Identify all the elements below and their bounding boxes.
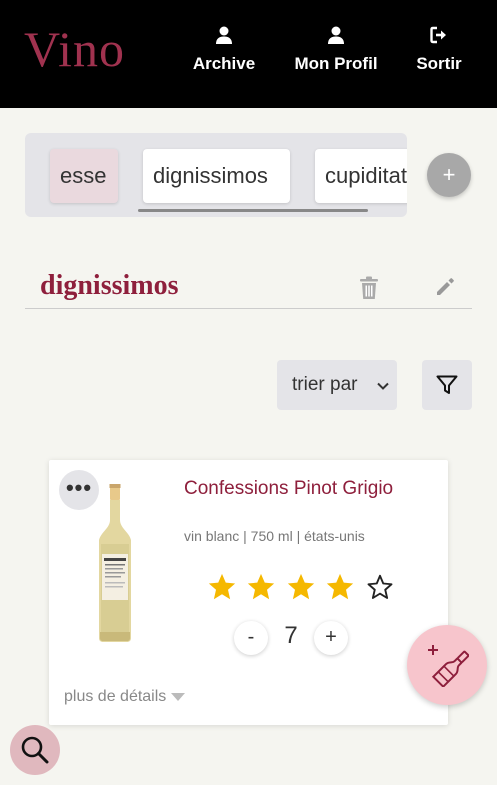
title-divider (25, 308, 472, 309)
nav-profile-label: Mon Profil (294, 54, 378, 73)
wine-name[interactable]: Confessions Pinot Grigio (184, 478, 393, 500)
top-header: Vino Archive Mon Profil Sortir (0, 0, 497, 108)
chevron-down-icon (377, 360, 389, 410)
star-empty-icon[interactable] (365, 572, 395, 602)
nav-logout-label: Sortir (416, 54, 462, 73)
wine-card: ••• Confessions Pinot Grigio vin blanc |… (49, 460, 448, 725)
pencil-icon[interactable] (434, 276, 456, 298)
star-filled-icon[interactable] (207, 572, 237, 602)
wine-meta: vin blanc | 750 ml | états-unis (184, 528, 365, 544)
tabs-scrollbar[interactable] (138, 209, 368, 212)
search-button[interactable] (10, 725, 60, 775)
logout-icon (430, 26, 446, 44)
add-bottle-icon (428, 645, 469, 687)
star-filled-icon[interactable] (286, 572, 316, 602)
user-icon (328, 26, 344, 44)
rating-stars (207, 572, 400, 602)
add-list-button[interactable]: + (427, 153, 471, 197)
tab-dignissimos[interactable]: dignissimos (143, 149, 290, 203)
quantity-decrease-button[interactable]: - (234, 621, 268, 655)
add-wine-button[interactable] (407, 625, 487, 705)
search-icon (21, 736, 49, 764)
nav-archive-label: Archive (192, 54, 256, 73)
list-title: dignissimos (40, 270, 179, 301)
user-icon (216, 26, 232, 44)
nav-logout[interactable]: Sortir (414, 24, 464, 74)
nav-archive[interactable]: Archive (192, 24, 256, 74)
tab-cupiditate[interactable]: cupiditate (315, 149, 407, 203)
caret-down-icon (171, 692, 186, 701)
tab-esse[interactable]: esse (50, 149, 118, 203)
more-details-toggle[interactable]: plus de détails (64, 688, 186, 706)
app-logo[interactable]: Vino (24, 20, 125, 78)
quantity-value: 7 (284, 622, 298, 649)
sort-select[interactable]: trier par (277, 360, 397, 410)
trash-icon[interactable] (358, 276, 380, 300)
filter-icon (436, 375, 458, 394)
sort-label: trier par (292, 374, 358, 395)
wine-bottle-image (99, 484, 131, 642)
star-filled-icon[interactable] (325, 572, 355, 602)
more-details-label: plus de détails (64, 688, 167, 705)
list-tabs: esse dignissimos cupiditate (25, 133, 407, 217)
quantity-increase-button[interactable]: + (314, 621, 348, 655)
star-filled-icon[interactable] (246, 572, 276, 602)
nav-profile[interactable]: Mon Profil (293, 24, 379, 74)
filter-button[interactable] (422, 360, 472, 410)
